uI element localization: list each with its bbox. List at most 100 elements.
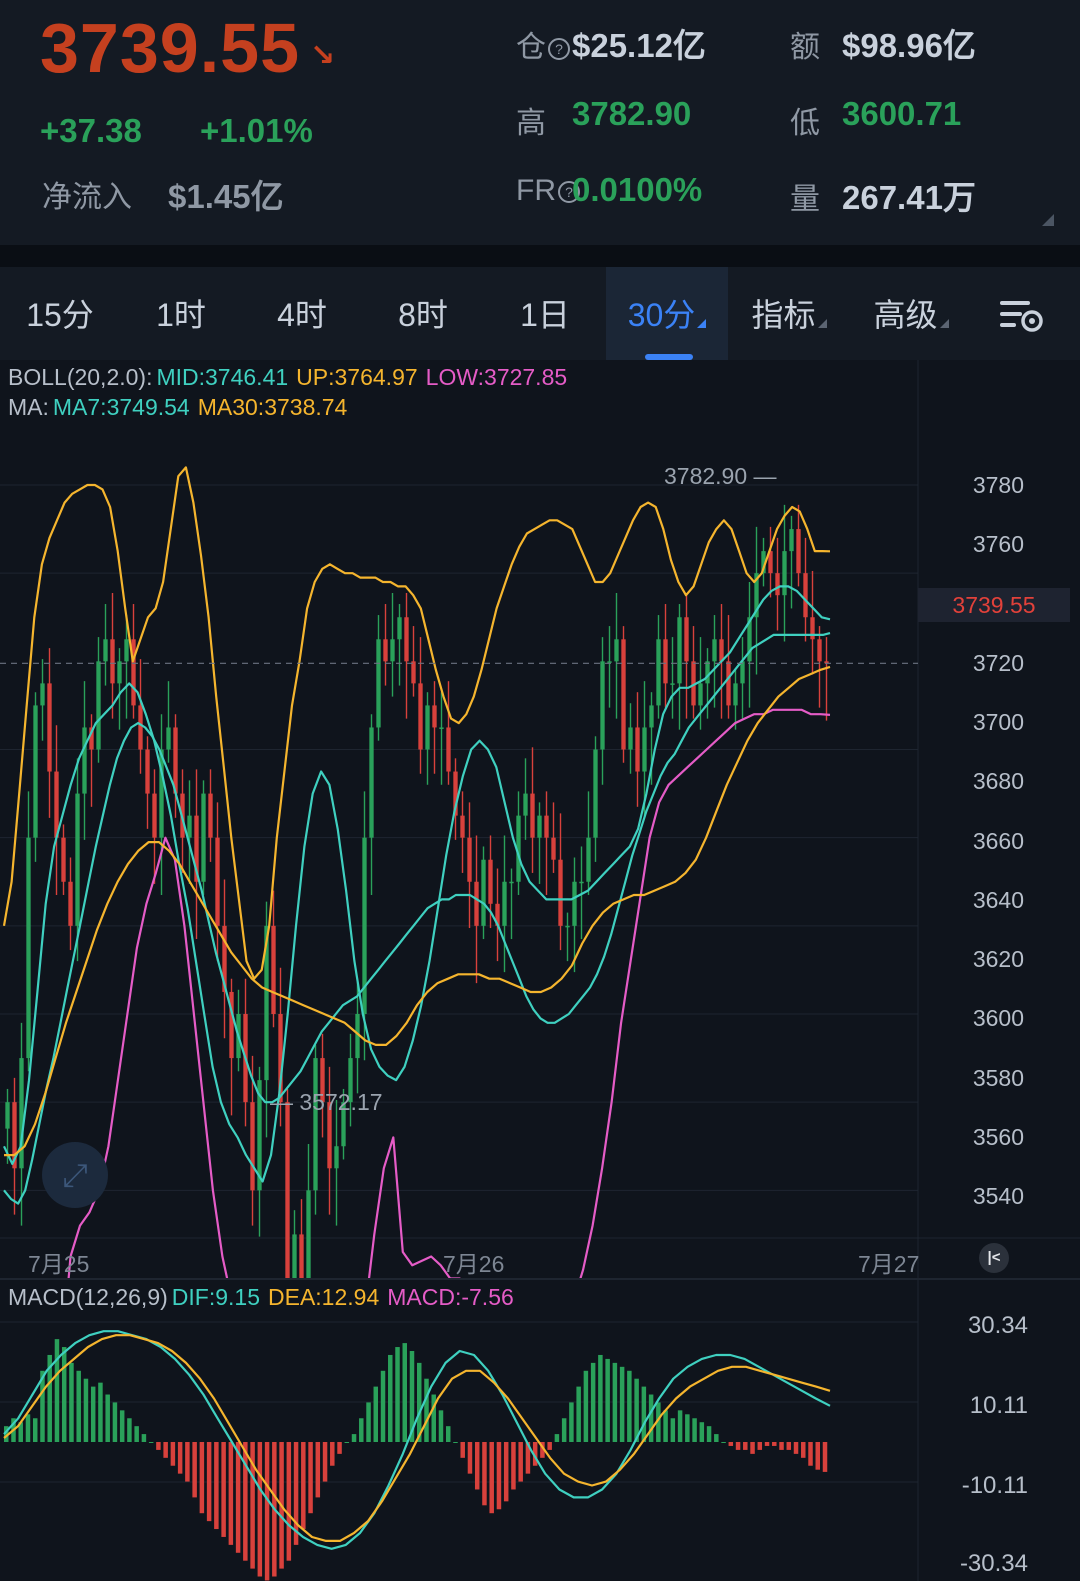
help-icon[interactable]: ? xyxy=(548,38,570,61)
volume-value: 267.41万 xyxy=(842,179,976,216)
macd-bar xyxy=(112,1402,118,1442)
tab-1h[interactable]: 1时 xyxy=(120,267,242,360)
price-chart[interactable] xyxy=(0,360,1080,1278)
candle-body xyxy=(61,837,66,882)
high-label: 高 xyxy=(516,107,546,140)
macd-bar xyxy=(228,1442,234,1545)
candle-body xyxy=(369,727,374,838)
macd-bar xyxy=(105,1394,110,1442)
price-change-percent: +1.01% xyxy=(200,112,313,149)
tab-label: 15分 xyxy=(26,297,94,333)
net-inflow-label: 净流入 xyxy=(42,181,132,214)
tab-15m[interactable]: 15分 xyxy=(0,267,120,360)
macd-bar xyxy=(388,1354,393,1442)
tab-advanced[interactable]: 高级 xyxy=(850,267,972,360)
y-tick-3780: 3780 xyxy=(972,472,1024,498)
candle-body xyxy=(124,639,129,662)
macd-bar xyxy=(170,1442,176,1466)
macd-y-tick: -30.34 xyxy=(959,1550,1028,1577)
ticker-header: 3739.55 ↘ +37.38 +1.01% 净流入 $1.45亿 仓? $2… xyxy=(0,0,1080,245)
candle-body xyxy=(439,727,444,729)
indicator-line xyxy=(67,708,831,1278)
candle-body xyxy=(166,727,171,750)
macd-bar xyxy=(235,1442,241,1553)
macd-bar xyxy=(743,1442,748,1450)
chart-settings-icon[interactable] xyxy=(998,296,1046,336)
candle-body xyxy=(502,881,507,926)
macd-bar xyxy=(301,1442,306,1530)
expand-corner-icon[interactable] xyxy=(1042,214,1054,226)
open-interest-label[interactable]: 仓? xyxy=(516,22,572,66)
macd-bar xyxy=(815,1442,821,1470)
y-tick-3540: 3540 xyxy=(972,1183,1024,1209)
candle-body xyxy=(474,881,479,926)
scroll-to-latest-icon[interactable]: |< xyxy=(979,1243,1009,1273)
macd-bar xyxy=(206,1442,212,1522)
tab-indicators[interactable]: 指标 xyxy=(728,267,850,360)
candle-body xyxy=(558,859,563,926)
y-tick-3560: 3560 xyxy=(972,1124,1024,1150)
candle-body xyxy=(523,793,528,816)
macd-bar xyxy=(641,1386,647,1442)
candle-body xyxy=(47,683,52,772)
candle-body xyxy=(593,749,598,838)
candle-body xyxy=(201,793,206,882)
funding-rate-text: FR xyxy=(516,174,556,207)
tab-label: 8时 xyxy=(398,297,448,333)
macd-bar xyxy=(779,1442,784,1450)
macd-bar xyxy=(98,1382,103,1442)
candle-body xyxy=(628,727,633,750)
candle-body xyxy=(544,815,549,838)
tab-label: 1日 xyxy=(520,297,570,333)
candle-body xyxy=(103,639,108,662)
macd-bar xyxy=(634,1378,639,1442)
candle-body xyxy=(334,1146,339,1169)
candle-body xyxy=(75,793,80,926)
macd-bar xyxy=(547,1442,552,1450)
candle-body xyxy=(82,727,87,794)
candle-body xyxy=(600,661,605,750)
indicator-line xyxy=(2,466,831,980)
high-value: 3782.90 xyxy=(572,95,692,132)
candle-body xyxy=(656,639,661,706)
macd-bar xyxy=(69,1362,74,1442)
macd-bar xyxy=(496,1442,502,1510)
macd-bar xyxy=(366,1402,371,1442)
expand-chart-icon[interactable]: ⤢ xyxy=(42,1142,108,1208)
macd-bar xyxy=(61,1347,67,1442)
macd-bar xyxy=(605,1358,610,1442)
tab-30m[interactable]: 30分 xyxy=(606,267,728,360)
macd-chart[interactable] xyxy=(0,1280,1080,1581)
candle-body xyxy=(208,793,213,838)
macd-bar xyxy=(214,1442,219,1530)
candle-body xyxy=(110,639,115,684)
candle-body xyxy=(306,1190,311,1278)
macd-bar xyxy=(127,1418,132,1442)
candle-body xyxy=(19,1058,24,1169)
high-marker-value: 3782.90 xyxy=(664,463,748,489)
candle-body xyxy=(215,837,220,926)
macd-bar xyxy=(221,1442,226,1537)
macd-bar xyxy=(156,1442,161,1450)
candle-body xyxy=(537,815,542,838)
candle-body xyxy=(565,925,570,928)
tab-1d[interactable]: 1日 xyxy=(484,267,606,360)
candle-body xyxy=(705,661,710,684)
macd-bar xyxy=(141,1434,147,1442)
x-label-jul27: 7月27 xyxy=(858,1251,920,1277)
macd-bar xyxy=(322,1442,328,1482)
candle-body xyxy=(551,837,556,860)
macd-bar xyxy=(185,1442,190,1482)
macd-bar xyxy=(474,1442,480,1490)
tab-label: 4时 xyxy=(277,297,327,333)
macd-bar xyxy=(786,1442,792,1450)
macd-bar xyxy=(344,1442,350,1443)
macd-bar xyxy=(772,1442,777,1446)
tab-8h[interactable]: 8时 xyxy=(362,267,484,360)
candle-body xyxy=(740,661,745,684)
tab-4h[interactable]: 4时 xyxy=(242,267,362,360)
candle-body xyxy=(446,727,451,772)
macd-bar xyxy=(330,1442,335,1466)
price-down-arrow-icon: ↘ xyxy=(310,39,336,72)
macd-bar xyxy=(482,1442,487,1506)
